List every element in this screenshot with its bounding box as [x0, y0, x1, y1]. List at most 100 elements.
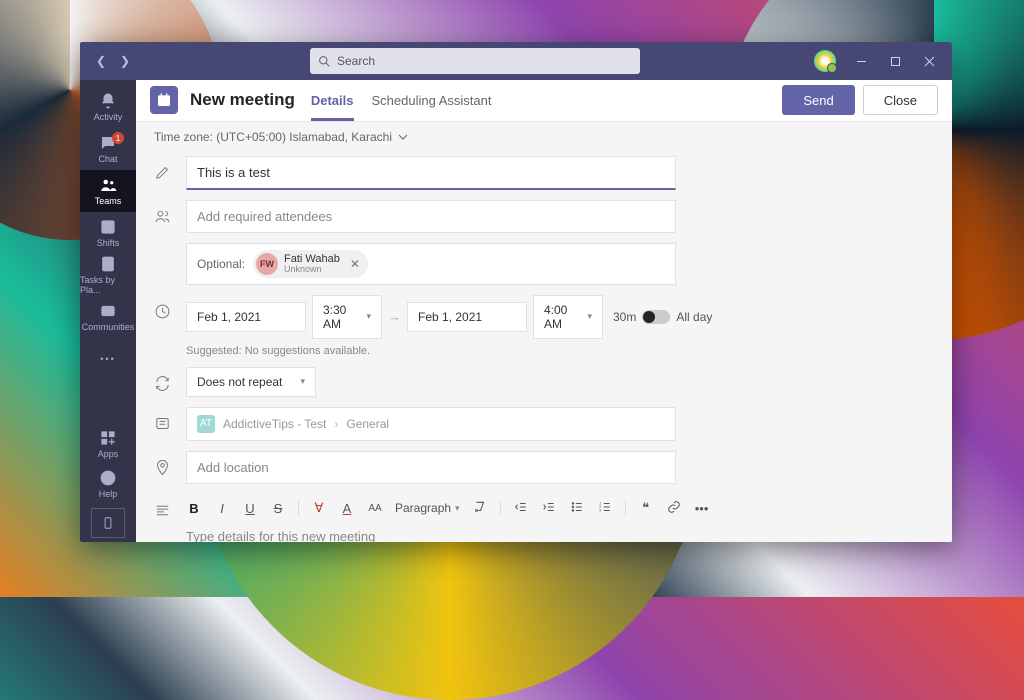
send-button[interactable]: Send — [782, 85, 854, 115]
attendee-status: Unknown — [284, 265, 340, 275]
channel-name: General — [346, 417, 389, 431]
search-input[interactable]: Search — [310, 48, 640, 74]
more-options-button[interactable]: ••• — [694, 501, 710, 516]
window-minimize-button[interactable] — [844, 42, 878, 80]
start-date-input[interactable]: Feb 1, 2021 — [186, 302, 306, 332]
chevron-right-icon: › — [334, 417, 338, 431]
channel-selector[interactable]: AT AddictiveTips - Test › General — [186, 407, 676, 441]
paragraph-style-select[interactable]: Paragraph▾ — [395, 501, 460, 515]
tab-details[interactable]: Details — [311, 81, 354, 120]
communities-icon — [99, 302, 117, 320]
bold-button[interactable]: B — [186, 501, 202, 516]
link-button[interactable] — [666, 500, 682, 517]
font-size-button[interactable]: AA — [367, 503, 383, 514]
apps-icon — [99, 429, 117, 447]
search-placeholder: Search — [337, 54, 375, 68]
rail-label: Help — [99, 489, 118, 499]
teams-icon — [99, 176, 117, 194]
chevron-down-icon: ▾ — [300, 376, 305, 387]
chat-badge: 1 — [112, 132, 124, 144]
app-rail: Activity 1 Chat Teams Shifts Tasks by Pl… — [80, 80, 136, 542]
chevron-down-icon: ▾ — [587, 311, 592, 322]
tasks-icon — [99, 255, 117, 273]
clear-formatting-button[interactable] — [472, 500, 488, 517]
clock-icon — [154, 303, 172, 321]
rail-apps[interactable]: Apps — [80, 424, 136, 464]
bell-icon — [99, 92, 117, 110]
meeting-title-input[interactable]: This is a test — [186, 156, 676, 190]
optional-attendees-input[interactable]: Optional: FW Fati Wahab Unknown ✕ — [186, 243, 676, 285]
svg-text:3: 3 — [599, 508, 601, 512]
allday-label: All day — [676, 310, 712, 324]
font-color-button[interactable]: A — [339, 501, 355, 516]
rail-communities[interactable]: Communities — [80, 296, 136, 338]
remove-attendee-button[interactable]: ✕ — [350, 257, 360, 271]
more-icon: ••• — [100, 354, 115, 364]
window-maximize-button[interactable] — [878, 42, 912, 80]
rail-shifts[interactable]: Shifts — [80, 212, 136, 254]
rail-device-button[interactable] — [91, 508, 125, 538]
attendee-avatar: FW — [256, 253, 278, 275]
rail-label: Activity — [94, 112, 123, 122]
outdent-button[interactable] — [513, 500, 529, 517]
suggested-times-label: Suggested: No suggestions available. — [186, 345, 934, 357]
rail-label: Communities — [82, 322, 135, 332]
strikethrough-button[interactable]: S — [270, 501, 286, 516]
channel-team-name: AddictiveTips - Test — [223, 417, 326, 431]
quote-button[interactable]: ❝ — [638, 500, 654, 516]
rail-teams[interactable]: Teams — [80, 170, 136, 212]
people-icon — [154, 208, 172, 226]
rail-label: Chat — [98, 154, 117, 164]
italic-button[interactable]: I — [214, 501, 230, 516]
profile-avatar[interactable] — [814, 50, 836, 72]
team-avatar-icon: AT — [197, 415, 215, 433]
meeting-header: New meeting Details Scheduling Assistant… — [136, 80, 952, 122]
indent-button[interactable] — [541, 500, 557, 517]
timezone-selector[interactable]: Time zone: (UTC+05:00) Islamabad, Karach… — [136, 122, 952, 152]
rail-help[interactable]: Help — [80, 464, 136, 504]
description-icon — [154, 502, 172, 520]
optional-label: Optional: — [197, 257, 245, 271]
close-button[interactable]: Close — [863, 85, 938, 115]
rail-more[interactable]: ••• — [80, 338, 136, 380]
arrow-right-icon: → — [388, 309, 401, 324]
rail-label: Teams — [95, 196, 122, 206]
teams-window: ❮ ❯ Search Activity 1 — [80, 42, 952, 542]
repeat-icon — [154, 375, 172, 393]
required-attendees-input[interactable]: Add required attendees — [186, 200, 676, 233]
help-icon — [99, 469, 117, 487]
rail-tasks[interactable]: Tasks by Pla... — [80, 254, 136, 296]
underline-button[interactable]: U — [242, 501, 258, 516]
numbered-list-button[interactable]: 123 — [597, 500, 613, 517]
bulleted-list-button[interactable] — [569, 500, 585, 517]
allday-toggle[interactable] — [642, 310, 670, 324]
tab-scheduling-assistant[interactable]: Scheduling Assistant — [372, 81, 492, 120]
highlight-button[interactable]: ∀ — [311, 500, 327, 516]
rail-label: Shifts — [97, 238, 120, 248]
rail-chat[interactable]: 1 Chat — [80, 128, 136, 170]
shifts-icon — [99, 218, 117, 236]
recurrence-select[interactable]: Does not repeat▾ — [186, 367, 316, 397]
attendee-chip: FW Fati Wahab Unknown ✕ — [253, 250, 368, 278]
start-time-input[interactable]: 3:30 AM▾ — [312, 295, 382, 339]
channel-icon — [154, 415, 172, 433]
editor-toolbar: B I U S ∀ A AA Paragraph▾ — [186, 494, 806, 523]
window-close-button[interactable] — [912, 42, 946, 80]
content-pane: New meeting Details Scheduling Assistant… — [136, 80, 952, 542]
description-editor[interactable]: Type details for this new meeting — [186, 523, 806, 542]
rail-activity[interactable]: Activity — [80, 86, 136, 128]
timezone-label: Time zone: (UTC+05:00) Islamabad, Karach… — [154, 130, 392, 144]
nav-forward-button[interactable]: ❯ — [114, 50, 136, 72]
end-date-input[interactable]: Feb 1, 2021 — [407, 302, 527, 332]
device-icon — [101, 514, 115, 532]
titlebar: ❮ ❯ Search — [80, 42, 952, 80]
end-time-input[interactable]: 4:00 AM▾ — [533, 295, 603, 339]
rail-label: Apps — [98, 449, 119, 459]
chevron-down-icon — [398, 132, 408, 142]
pencil-icon — [154, 164, 172, 182]
duration-label: 30m — [613, 310, 636, 324]
page-title: New meeting — [190, 90, 295, 110]
location-input[interactable]: Add location — [186, 451, 676, 484]
nav-back-button[interactable]: ❮ — [90, 50, 112, 72]
search-icon — [318, 55, 331, 68]
